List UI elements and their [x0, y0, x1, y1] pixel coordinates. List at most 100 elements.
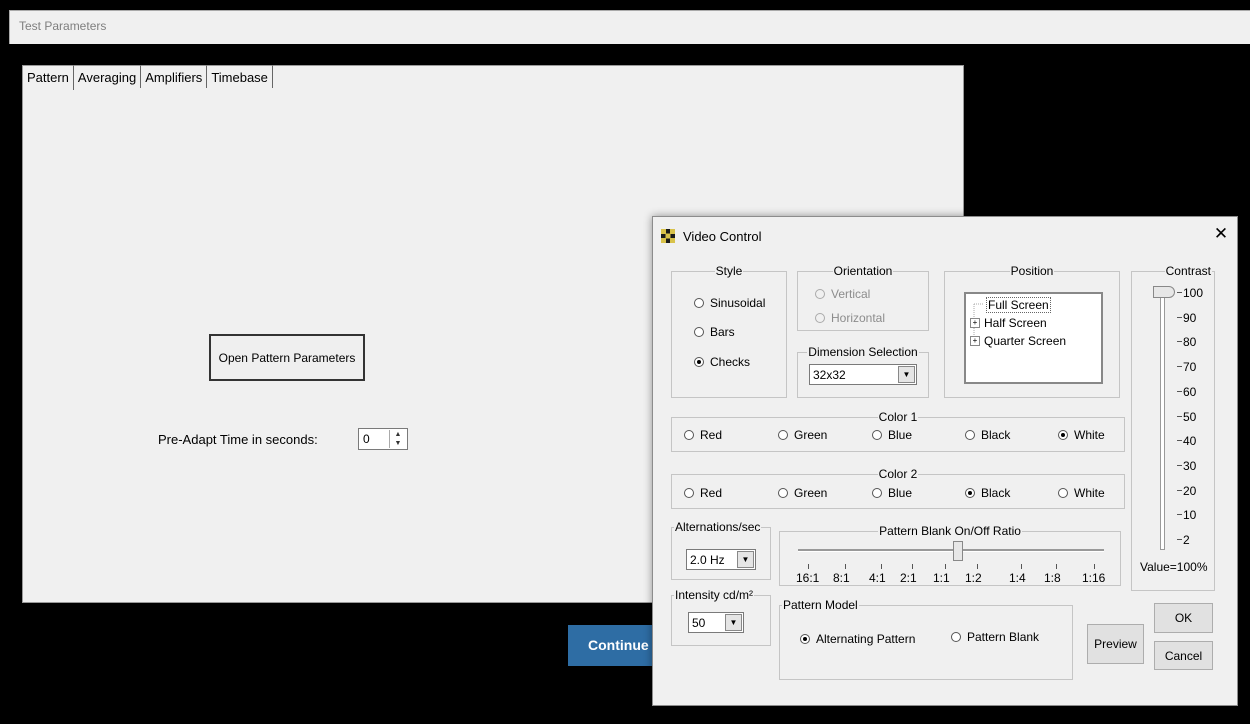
blank-ratio-tick-label: 16:1 — [796, 571, 820, 585]
radio-checked-icon[interactable] — [1058, 430, 1068, 440]
radio-checked-icon[interactable] — [694, 357, 704, 367]
contrast-tick-label: 100 — [1183, 286, 1204, 300]
close-icon[interactable]: ✕ — [1211, 224, 1231, 244]
intensity-legend: Intensity cd/m² — [675, 588, 754, 602]
radio-circle-icon[interactable] — [951, 632, 961, 642]
contrast-tick — [1177, 464, 1182, 466]
intensity-value: 50 — [692, 616, 706, 630]
spin-up-icon[interactable]: ▲ — [390, 430, 406, 439]
blank-ratio-thumb[interactable] — [953, 541, 963, 561]
contrast-tick — [1177, 366, 1182, 368]
intensity-select[interactable]: 50 ▼ — [688, 612, 744, 633]
spin-buttons[interactable]: ▲ ▼ — [389, 430, 406, 448]
color1-white[interactable]: White — [1058, 428, 1105, 442]
preview-button[interactable]: Preview — [1087, 624, 1144, 664]
contrast-tick-label: 50 — [1183, 409, 1197, 424]
radio-circle-icon[interactable] — [684, 488, 694, 498]
contrast-tick-label: 80 — [1183, 335, 1197, 350]
main-titlebar: Test Parameters — [9, 10, 1250, 44]
radio-label: Vertical — [831, 287, 871, 301]
color1-green[interactable]: Green — [778, 428, 827, 442]
blank-ratio-track[interactable] — [798, 549, 1104, 552]
blank-ratio-tick-label: 2:1 — [900, 571, 917, 585]
color2-blue[interactable]: Blue — [872, 486, 912, 500]
tab-pattern[interactable]: Pattern — [22, 65, 74, 90]
contrast-tick — [1177, 489, 1182, 491]
contrast-tick — [1177, 539, 1182, 540]
radio-label: Black — [981, 486, 1011, 500]
radio-circle-icon[interactable] — [778, 430, 788, 440]
blank-ratio-tick-label: 1:2 — [965, 571, 982, 585]
tree-item-label: Quarter Screen — [984, 334, 1067, 348]
radio-sinusoidal[interactable]: Sinusoidal — [694, 296, 765, 310]
alternations-legend: Alternations/sec — [675, 520, 761, 534]
contrast-legend: Contrast — [1165, 264, 1211, 278]
radio-vertical[interactable]: Vertical — [815, 287, 870, 301]
radio-circle-icon[interactable] — [1058, 488, 1068, 498]
expand-icon[interactable]: + — [970, 336, 980, 346]
dialog-title: Video Control — [683, 229, 762, 244]
chevron-down-icon[interactable]: ▼ — [898, 366, 915, 383]
radio-alternating-pattern[interactable]: Alternating Pattern — [800, 632, 915, 646]
continue-button[interactable]: Continue — [568, 625, 663, 666]
chevron-down-icon[interactable]: ▼ — [725, 614, 742, 631]
radio-pattern-blank[interactable]: Pattern Blank — [951, 630, 1039, 644]
contrast-track[interactable] — [1160, 290, 1165, 550]
color2-green[interactable]: Green — [778, 486, 827, 500]
color2-black[interactable]: Black — [965, 486, 1010, 500]
blank-ratio-tick-label: 1:1 — [933, 571, 950, 585]
blank-ratio-tick — [977, 564, 978, 569]
blank-ratio-tick — [1094, 564, 1095, 569]
checkerboard-icon — [661, 229, 675, 243]
radio-checked-icon[interactable] — [965, 488, 975, 498]
radio-checked-icon[interactable] — [800, 634, 810, 644]
open-pattern-parameters-button[interactable]: Open Pattern Parameters — [209, 334, 365, 381]
window-title: Test Parameters — [19, 19, 107, 33]
radio-circle-icon[interactable] — [778, 488, 788, 498]
blank-ratio-tick — [945, 564, 946, 569]
tree-item-full-screen[interactable]: Full Screen — [986, 297, 1051, 313]
expand-icon[interactable]: + — [970, 318, 980, 328]
chevron-down-icon[interactable]: ▼ — [737, 551, 754, 568]
radio-label: Green — [794, 486, 828, 500]
contrast-tick-label: 60 — [1183, 384, 1197, 399]
radio-circle-icon[interactable] — [965, 430, 975, 440]
radio-label: Red — [700, 428, 723, 442]
radio-circle-icon[interactable] — [815, 313, 825, 323]
preadapt-spinner[interactable]: 0 ▲ ▼ — [358, 428, 408, 450]
radio-circle-icon[interactable] — [815, 289, 825, 299]
spin-down-icon[interactable]: ▼ — [390, 439, 406, 448]
contrast-thumb[interactable] — [1153, 286, 1175, 298]
blank-ratio-tick — [881, 564, 882, 569]
tab-strip: Pattern Averaging Amplifiers Timebase — [22, 65, 273, 90]
radio-bars[interactable]: Bars — [694, 325, 735, 339]
blank-ratio-tick — [845, 564, 846, 569]
tab-amplifiers[interactable]: Amplifiers — [141, 65, 208, 88]
position-tree[interactable]: Full Screen + Half Screen + Quarter Screen — [964, 292, 1103, 384]
tree-item-quarter-screen[interactable]: + Quarter Screen — [970, 334, 1066, 348]
radio-horizontal[interactable]: Horizontal — [815, 311, 885, 325]
ok-button[interactable]: OK — [1154, 603, 1213, 633]
blank-ratio-group: Pattern Blank On/Off Ratio — [779, 524, 1121, 586]
radio-checks[interactable]: Checks — [694, 355, 750, 369]
color1-blue[interactable]: Blue — [872, 428, 912, 442]
alternations-select[interactable]: 2.0 Hz ▼ — [686, 549, 756, 570]
color2-white[interactable]: White — [1058, 486, 1105, 500]
color1-black[interactable]: Black — [965, 428, 1010, 442]
radio-circle-icon[interactable] — [872, 488, 882, 498]
tab-averaging[interactable]: Averaging — [73, 65, 142, 88]
contrast-tick-label: 10 — [1183, 508, 1197, 523]
color1-red[interactable]: Red — [684, 428, 722, 442]
radio-circle-icon[interactable] — [872, 430, 882, 440]
radio-circle-icon[interactable] — [684, 430, 694, 440]
contrast-tick-label: 70 — [1183, 360, 1197, 375]
cancel-button[interactable]: Cancel — [1154, 641, 1213, 670]
radio-circle-icon[interactable] — [694, 298, 704, 308]
dimension-select[interactable]: 32x32 ▼ — [809, 364, 917, 385]
color2-red[interactable]: Red — [684, 486, 722, 500]
tab-timebase[interactable]: Timebase — [207, 65, 273, 88]
radio-circle-icon[interactable] — [694, 327, 704, 337]
contrast-tick — [1177, 390, 1182, 392]
tree-item-half-screen[interactable]: + Half Screen — [970, 316, 1047, 330]
contrast-tick — [1177, 292, 1182, 293]
